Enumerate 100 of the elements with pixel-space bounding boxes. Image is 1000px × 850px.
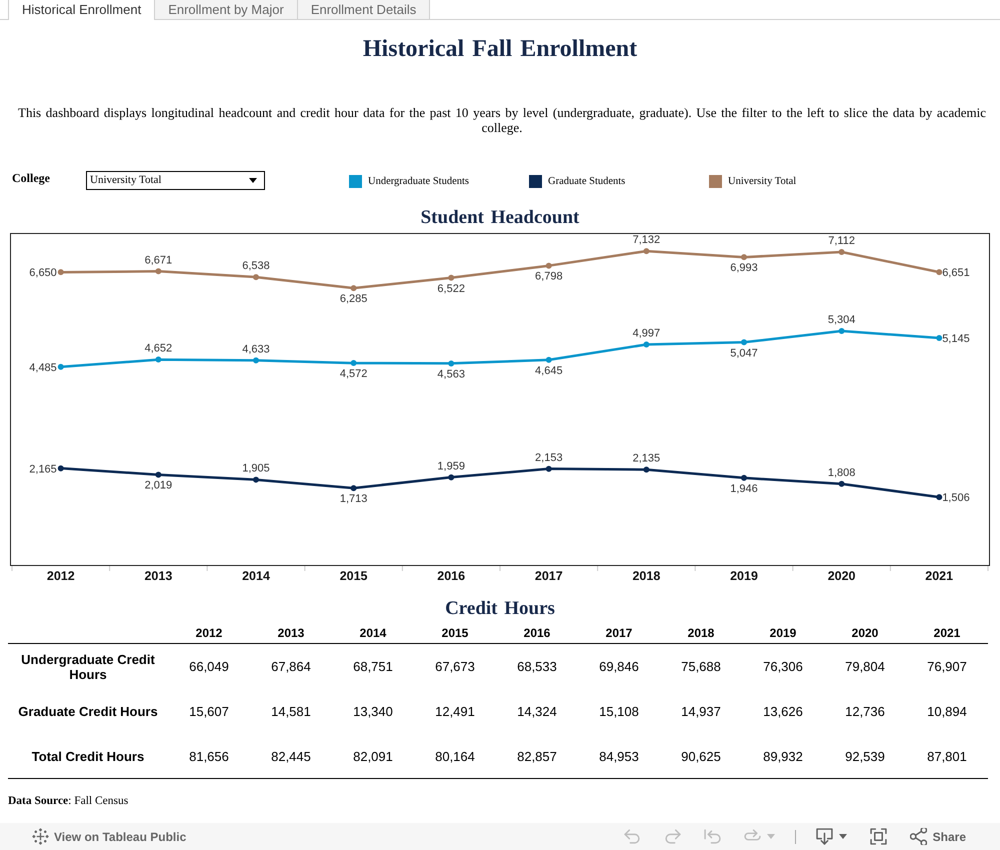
row-header: Total Credit Hours (30, 748, 146, 764)
axis-label: 2020 (828, 569, 856, 583)
axis-tick (304, 566, 306, 572)
column-header: 2012 (194, 626, 224, 640)
data-label: 6,285 (340, 293, 368, 306)
table-cell-text: 68,533 (516, 659, 558, 674)
axis-label: 2013 (144, 569, 172, 583)
axis-tick (206, 566, 208, 572)
data-label: 4,485 (29, 362, 57, 374)
data-label: 4,633 (242, 343, 270, 356)
table-cell-text: 84,953 (598, 748, 640, 764)
data-label: 2,019 (144, 480, 172, 492)
data-label: 4,645 (535, 364, 563, 377)
table-cell-text: 89,932 (762, 748, 804, 764)
axis-tick (402, 566, 403, 572)
table-cell-text: 87,801 (926, 748, 968, 764)
data-label: 4,997 (632, 327, 660, 340)
table-cell-text: 80,164 (434, 748, 476, 764)
tab[interactable]: Enrollment Details (298, 0, 430, 19)
data-label: 7,112 (828, 234, 855, 247)
table-cell-text: 92,539 (844, 748, 886, 764)
column-header: 2015 (440, 626, 470, 640)
data-label: 1,506 (942, 492, 970, 504)
axis-tick (890, 566, 891, 572)
data-label: 5,304 (828, 314, 856, 326)
legend-label: University Total (728, 176, 796, 188)
college-dropdown[interactable]: University Total (86, 171, 265, 190)
data-label: 6,993 (730, 262, 758, 274)
undo-icon (624, 828, 641, 845)
description-text: This dashboard displays longitudinal headcount and credit hour data for the past 10 years by level (undergraduate, graduate). Use the filter to the left to slice the data by academic college. (18, 105, 986, 135)
table-title: Credit Hours (445, 598, 555, 620)
filter-label: College (12, 171, 51, 185)
table-cell-text: 76,907 (926, 659, 968, 674)
data-label: 2,153 (535, 452, 563, 464)
table-cell-text: 68,751 (352, 659, 394, 674)
table-cell-text: 15,607 (188, 704, 230, 719)
tab[interactable]: Enrollment by Major (155, 0, 298, 19)
caret-icon (838, 834, 847, 839)
caret-icon (249, 178, 257, 183)
data-label: 6,651 (942, 267, 970, 280)
view-public-link[interactable]: View on Tableau Public (32, 828, 186, 846)
row-header: Undergraduate Credit Hours (20, 652, 156, 682)
table-cell-text: 10,894 (926, 704, 968, 719)
table-cell-text: 79,804 (844, 659, 886, 674)
table-cell-text: 75,688 (680, 659, 722, 674)
table-cell-text: 14,581 (270, 704, 312, 719)
table-cell-text: 12,736 (844, 704, 886, 719)
data-source-note: Data Source: Fall Census (8, 794, 128, 809)
legend-label: Undergraduate Students (368, 176, 469, 188)
cross-cluster-icon (32, 828, 49, 845)
data-label: 6,671 (144, 254, 172, 266)
table-cell-text: 15,108 (598, 704, 640, 719)
data-label: 1,959 (437, 460, 465, 472)
fullscreen-icon (870, 828, 887, 845)
revert-icon (704, 828, 721, 845)
download-icon (816, 828, 833, 845)
axis-label: 2014 (242, 569, 270, 583)
axis-tick (109, 566, 110, 572)
table-cell-text: 90,625 (680, 748, 722, 764)
data-label: 6,798 (535, 270, 563, 283)
table-cell-text: 67,864 (270, 659, 312, 674)
axis-label: 2019 (730, 569, 758, 583)
table-cell-text: 14,324 (516, 704, 558, 719)
tab[interactable]: Historical Enrollment (8, 0, 156, 20)
data-label: 4,572 (340, 368, 368, 380)
axis-tick (597, 566, 598, 572)
data-label: 1,946 (730, 482, 758, 495)
data-label: 1,713 (340, 493, 368, 506)
data-label: 7,132 (632, 234, 660, 246)
table-cell-text: 82,091 (352, 748, 394, 764)
column-header: 2021 (932, 626, 962, 640)
table-cell-text: 76,306 (762, 659, 804, 674)
table-cell-text: 13,340 (352, 704, 394, 719)
table-cell-text: 13,626 (762, 704, 804, 719)
share-icon (910, 828, 927, 845)
axis-label: 2015 (340, 569, 368, 583)
data-label: 1,905 (242, 462, 270, 475)
table-cell-text: 82,445 (270, 748, 312, 764)
data-label: 4,563 (437, 368, 465, 380)
table-cell-text: 67,673 (434, 659, 476, 674)
data-label: 5,145 (942, 333, 970, 345)
column-header: 2018 (686, 626, 716, 640)
column-header: 2019 (768, 626, 798, 640)
axis-label: 2017 (534, 569, 563, 583)
column-header: 2013 (276, 626, 306, 640)
data-label: 6,522 (437, 282, 465, 295)
table-cell-text: 14,937 (680, 704, 722, 719)
share-button[interactable]: Share (906, 824, 969, 848)
table-cell-text: 66,049 (188, 659, 230, 674)
column-header: 2020 (850, 626, 880, 640)
data-label: 1,808 (828, 466, 856, 479)
data-label: 4,652 (144, 342, 172, 355)
axis-tick (792, 566, 794, 572)
data-label: 6,650 (29, 267, 57, 280)
axis-label: 2012 (46, 569, 75, 583)
data-label: 6,538 (242, 260, 270, 272)
axis-label: 2016 (437, 569, 466, 583)
row-header: Graduate Credit Hours (17, 704, 159, 719)
page-title: Historical Fall Enrollment (362, 35, 638, 63)
legend-label: Graduate Students (548, 176, 626, 188)
